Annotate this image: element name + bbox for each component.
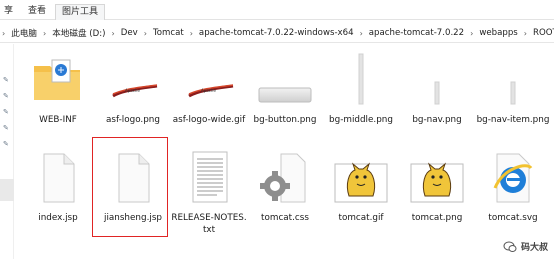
file-name: bg-nav.png (412, 115, 462, 125)
chevron-right-icon: › (2, 28, 6, 38)
breadcrumb-local-disk[interactable]: 本地磁盘 (D:) (51, 27, 106, 39)
file-name: bg-button.png (253, 115, 317, 125)
chat-bubble-icon (503, 241, 517, 252)
breadcrumb-this-pc[interactable]: 此电脑 (10, 27, 38, 39)
file-name: tomcat.png (411, 213, 463, 223)
breadcrumb-webapps[interactable]: webapps (478, 28, 518, 38)
file-name: WEB-INF (39, 115, 77, 125)
image-icon: Apache (188, 84, 234, 98)
breadcrumb-tomcat-version[interactable]: apache-tomcat-7.0.22 (368, 28, 465, 38)
nav-pane-selected-item[interactable] (0, 179, 14, 201)
chevron-right-icon[interactable]: › (38, 29, 51, 38)
file-icon (43, 153, 75, 203)
breadcrumb-dev[interactable]: Dev (120, 28, 139, 38)
highlight-box (92, 137, 168, 237)
file-name: bg-middle.png (329, 115, 393, 125)
tab-share[interactable]: 享 (0, 4, 19, 20)
pin-icon[interactable]: ✎ (3, 92, 11, 100)
ribbon-tabs: 享 查看 图片工具 (0, 0, 554, 20)
file-item-bg-nav[interactable]: bg-nav.png (399, 44, 475, 142)
file-item-tomcat-svg[interactable]: tomcat.svg (475, 142, 551, 240)
file-item-tomcat-css[interactable]: tomcat.css (247, 142, 323, 240)
image-icon (258, 87, 312, 103)
breadcrumb-tomcat[interactable]: Tomcat (152, 28, 185, 38)
tomcat-image-icon (410, 162, 464, 203)
chevron-right-icon[interactable]: › (139, 29, 152, 38)
tomcat-image-icon (334, 162, 388, 203)
chevron-right-icon[interactable]: › (185, 29, 198, 38)
svg-text:Apache: Apache (201, 88, 216, 93)
watermark-text: 码大叔 (520, 243, 548, 253)
file-item-tomcat-gif[interactable]: tomcat.gif (323, 142, 399, 240)
watermark: 码大叔 (503, 240, 548, 253)
ie-file-icon (493, 153, 533, 203)
breadcrumb: › 此电脑 › 本地磁盘 (D:) › Dev › Tomcat › apach… (0, 26, 554, 40)
file-name: asf-logo-wide.gif (172, 115, 246, 125)
file-item-bg-button[interactable]: bg-button.png (247, 44, 323, 142)
file-item-web-inf[interactable]: WEB-INF (20, 44, 96, 142)
pin-icon[interactable]: ✎ (3, 76, 11, 84)
file-item-release-notes[interactable]: RELEASE-NOTES.txt (171, 142, 247, 240)
svg-text:Apache: Apache (125, 88, 140, 93)
file-name: bg-nav-item.png (476, 115, 550, 125)
gear-file-icon (260, 153, 306, 203)
file-item-asf-logo-wide[interactable]: Apache asf-logo-wide.gif (171, 44, 247, 142)
file-item-index-jsp[interactable]: index.jsp (20, 142, 96, 240)
chevron-right-icon[interactable]: › (107, 29, 120, 38)
chevron-right-icon[interactable]: › (355, 29, 368, 38)
navigation-pane[interactable]: ✎ ✎ ✎ ✎ ✎ (0, 44, 14, 259)
tab-picture-tools[interactable]: 图片工具 (55, 4, 106, 20)
pin-icon[interactable]: ✎ (3, 140, 11, 148)
breadcrumb-tomcat-windows[interactable]: apache-tomcat-7.0.22-windows-x64 (198, 28, 355, 38)
breadcrumb-root[interactable]: ROOT (532, 28, 554, 38)
address-bar[interactable]: › 此电脑 › 本地磁盘 (D:) › Dev › Tomcat › apach… (0, 23, 554, 43)
file-item-tomcat-png[interactable]: tomcat.png (399, 142, 475, 240)
file-name: RELEASE-NOTES.txt (171, 213, 247, 235)
image-icon (510, 81, 516, 105)
file-name: tomcat.css (261, 213, 309, 223)
chevron-right-icon[interactable]: › (519, 29, 532, 38)
file-name: tomcat.gif (338, 213, 384, 223)
tab-view[interactable]: 查看 (22, 4, 52, 20)
text-file-icon (192, 151, 228, 203)
file-item-bg-middle[interactable]: bg-middle.png (323, 44, 399, 142)
file-grid: WEB-INF Apache asf-logo.png Apache asf-l… (20, 44, 554, 259)
file-item-bg-nav-item[interactable]: bg-nav-item.png (475, 44, 551, 142)
file-item-asf-logo[interactable]: Apache asf-logo.png (95, 44, 171, 142)
image-icon: Apache (112, 84, 158, 98)
file-name: tomcat.svg (488, 213, 538, 223)
file-name: index.jsp (38, 213, 78, 223)
file-name: asf-logo.png (106, 115, 160, 125)
folder-icon (34, 59, 80, 100)
image-icon (434, 81, 440, 105)
pin-icon[interactable]: ✎ (3, 124, 11, 132)
chevron-right-icon[interactable]: › (465, 29, 478, 38)
pin-icon[interactable]: ✎ (3, 108, 11, 116)
image-icon (358, 53, 364, 105)
